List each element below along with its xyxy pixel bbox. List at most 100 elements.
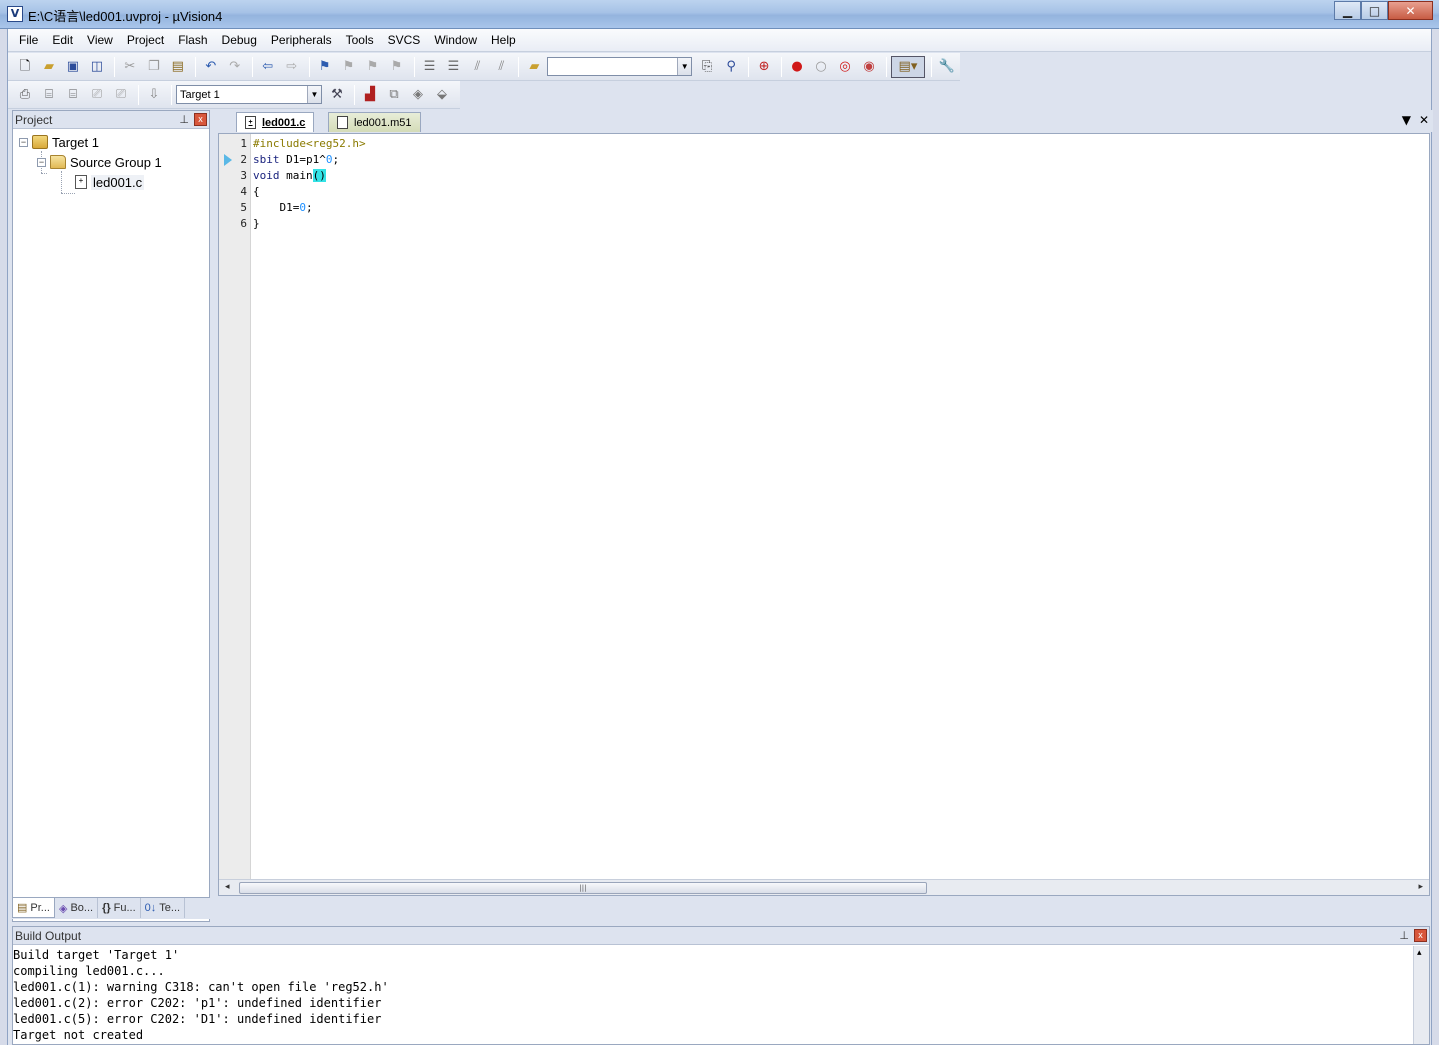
tree-node-file[interactable]: + led001.c	[75, 173, 145, 191]
scroll-right-icon[interactable]: ▸	[1418, 882, 1423, 892]
find-icon[interactable]: ⚲	[720, 56, 742, 78]
code-editor[interactable]: 1 2 3 4 5 6 #include<reg52.h> sbit D1=p1…	[218, 133, 1430, 896]
breakpoint-enable-icon[interactable]: ○	[810, 56, 832, 78]
code-line[interactable]: D1=0;	[253, 200, 312, 216]
close-button[interactable]: ✕	[1388, 1, 1433, 20]
tab-led001-c[interactable]: + led001.c	[236, 112, 315, 132]
build-output-text[interactable]: Build target 'Target 1' compiling led001…	[13, 947, 1413, 1043]
save-icon[interactable]: ▣	[62, 56, 84, 78]
text-file-icon	[337, 116, 348, 129]
horizontal-scrollbar[interactable]: ◂ ||| ▸	[219, 879, 1429, 895]
maximize-button[interactable]: □	[1361, 1, 1388, 20]
chevron-down-icon[interactable]: ▼	[677, 58, 692, 75]
menu-tools[interactable]: Tools	[339, 30, 381, 50]
bookmark-prev-icon[interactable]: ⚑	[338, 56, 360, 78]
code-line[interactable]: void main()	[253, 168, 326, 184]
target-options-icon[interactable]: ⚒	[326, 84, 348, 106]
code-line[interactable]: }	[253, 216, 260, 232]
project-panel-tabs: ▤ Pr... ◈ Bo... {} Fu... 0↓ Te...	[12, 897, 210, 919]
menu-project[interactable]: Project	[120, 30, 171, 50]
tab-led001-m51[interactable]: led001.m51	[328, 112, 421, 132]
configuration-wrench-icon[interactable]: 🔧	[936, 56, 958, 78]
tab-list-dropdown-icon[interactable]: ▼	[1402, 113, 1411, 127]
undo-icon[interactable]: ↶	[200, 56, 222, 78]
paste-icon[interactable]: ▤	[167, 56, 189, 78]
menu-file[interactable]: File	[12, 30, 45, 50]
navigate-forward-icon[interactable]: ⇨	[281, 56, 303, 78]
comment-icon[interactable]: ⫽	[466, 56, 488, 78]
rebuild-icon[interactable]: ⌸	[62, 84, 84, 106]
translate-icon[interactable]: ⎙	[14, 84, 36, 106]
tree-node-source-group[interactable]: − Source Group 1	[37, 153, 162, 171]
navigate-back-icon[interactable]: ⇦	[257, 56, 279, 78]
uncomment-icon[interactable]: ⫽	[490, 56, 512, 78]
menu-help[interactable]: Help	[484, 30, 523, 50]
code-line[interactable]: sbit D1=p1^0;	[253, 152, 339, 168]
panel-close-icon[interactable]: x	[1414, 929, 1427, 942]
collapse-icon[interactable]: −	[19, 137, 28, 147]
project-panel-header: Project ⊥ x	[13, 111, 209, 129]
tab-functions[interactable]: {} Fu...	[98, 898, 141, 918]
current-line-marker-icon	[224, 154, 232, 166]
save-all-icon[interactable]: ◫	[86, 56, 108, 78]
unindent-icon[interactable]: ☰	[443, 56, 465, 78]
bookmark-toggle-icon[interactable]: ⚑	[314, 56, 336, 78]
download-icon[interactable]: ⇩	[143, 84, 165, 106]
new-file-icon[interactable]: 🗋	[14, 56, 36, 78]
build-output-line: led001.c(5): error C202: 'D1': undefined…	[13, 1012, 382, 1026]
file-extensions-icon[interactable]: ⧉	[383, 84, 405, 106]
collapse-icon[interactable]: −	[37, 157, 46, 167]
tab-project[interactable]: ▤ Pr...	[12, 898, 55, 918]
bookmark-clear-icon[interactable]: ⚑	[386, 56, 408, 78]
breakpoint-insert-icon[interactable]: ●	[786, 56, 808, 78]
tab-templates[interactable]: 0↓ Te...	[141, 898, 186, 918]
menu-window[interactable]: Window	[427, 30, 484, 50]
menu-svcs[interactable]: SVCS	[381, 30, 428, 50]
cut-icon[interactable]: ✂	[119, 56, 141, 78]
pin-icon[interactable]: ⊥	[1399, 927, 1409, 945]
tree-connector	[61, 171, 62, 193]
redo-icon[interactable]: ↷	[224, 56, 246, 78]
vertical-scrollbar[interactable]: ▴	[1413, 946, 1429, 1044]
tree-node-target[interactable]: − Target 1	[19, 133, 99, 151]
build-icon[interactable]: ⌸	[38, 84, 60, 106]
scroll-up-icon[interactable]: ▴	[1417, 948, 1422, 958]
debug-session-icon[interactable]: ⊕	[753, 56, 775, 78]
menu-debug[interactable]: Debug	[215, 30, 264, 50]
tree-file-label: led001.c	[91, 174, 145, 190]
menu-flash[interactable]: Flash	[171, 30, 214, 50]
code-line[interactable]: #include<reg52.h>	[253, 136, 366, 152]
breakpoint-disable-all-icon[interactable]: ◎	[834, 56, 856, 78]
breakpoint-kill-all-icon[interactable]: ◉	[858, 56, 880, 78]
code-line[interactable]: {	[253, 184, 260, 200]
batch-build-icon[interactable]: ⎚	[86, 84, 108, 106]
window-layout-icon[interactable]: ▤▾	[890, 55, 925, 78]
panel-close-icon[interactable]: x	[194, 113, 207, 126]
menu-edit[interactable]: Edit	[45, 30, 80, 50]
toolbar-separator	[171, 84, 172, 105]
find-in-files-icon[interactable]: ▰	[523, 56, 545, 78]
indent-icon[interactable]: ☰	[419, 56, 441, 78]
close-editor-icon[interactable]: ✕	[1419, 113, 1429, 127]
tab-books[interactable]: ◈ Bo...	[55, 898, 99, 918]
incremental-find-icon[interactable]: ⎘	[696, 56, 718, 78]
scroll-left-icon[interactable]: ◂	[225, 882, 230, 892]
window-controls: ▁ □ ✕	[1334, 1, 1433, 20]
menu-peripherals[interactable]: Peripherals	[264, 30, 339, 50]
multi-project-icon[interactable]: ⬙	[431, 84, 453, 106]
menu-view[interactable]: View	[80, 30, 120, 50]
minimize-button[interactable]: ▁	[1334, 1, 1361, 20]
find-combo[interactable]: ▼	[547, 57, 693, 76]
uvision-app-icon[interactable]: V	[7, 6, 23, 22]
target-select[interactable]: Target 1 ▼	[176, 85, 322, 104]
pin-icon[interactable]: ⊥	[179, 111, 189, 129]
copy-icon[interactable]: ❐	[143, 56, 165, 78]
scrollbar-thumb[interactable]: |||	[239, 882, 927, 894]
bookmark-next-icon[interactable]: ⚑	[362, 56, 384, 78]
manage-components-icon[interactable]: ▟	[359, 84, 381, 106]
chevron-down-icon[interactable]: ▼	[307, 86, 321, 103]
open-file-icon[interactable]: ▰	[38, 56, 60, 78]
toolbar-separator	[308, 56, 310, 77]
stop-build-icon[interactable]: ⎚	[110, 84, 132, 106]
select-packs-icon[interactable]: ◈	[407, 84, 429, 106]
